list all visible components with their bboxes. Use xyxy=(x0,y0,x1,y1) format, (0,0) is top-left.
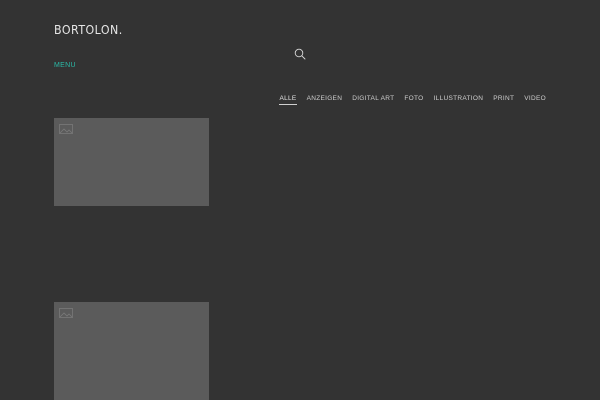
search-button[interactable] xyxy=(294,48,306,60)
filter-foto[interactable]: FOTO xyxy=(404,95,423,105)
category-filter-nav: ALLE ANZEIGEN DIGITAL ART FOTO ILLUSTRAT… xyxy=(279,95,546,105)
filter-anzeigen[interactable]: ANZEIGEN xyxy=(307,95,343,105)
portfolio-page: BORTOLON. MENU ALLE ANZEIGEN DIGITAL ART… xyxy=(0,0,600,400)
portfolio-thumbnail[interactable] xyxy=(54,302,209,400)
search-icon xyxy=(294,48,306,60)
image-placeholder-icon xyxy=(59,308,73,318)
filter-illustration[interactable]: ILLUSTRATION xyxy=(434,95,484,105)
filter-print[interactable]: PRINT xyxy=(493,95,514,105)
filter-digital-art[interactable]: DIGITAL ART xyxy=(352,95,394,105)
portfolio-thumbnail[interactable] xyxy=(54,118,209,206)
menu-link[interactable]: MENU xyxy=(54,62,76,69)
site-logo[interactable]: BORTOLON. xyxy=(54,23,123,37)
filter-video[interactable]: VIDEO xyxy=(524,95,546,105)
image-placeholder-icon xyxy=(59,124,73,134)
filter-alle[interactable]: ALLE xyxy=(279,95,297,105)
